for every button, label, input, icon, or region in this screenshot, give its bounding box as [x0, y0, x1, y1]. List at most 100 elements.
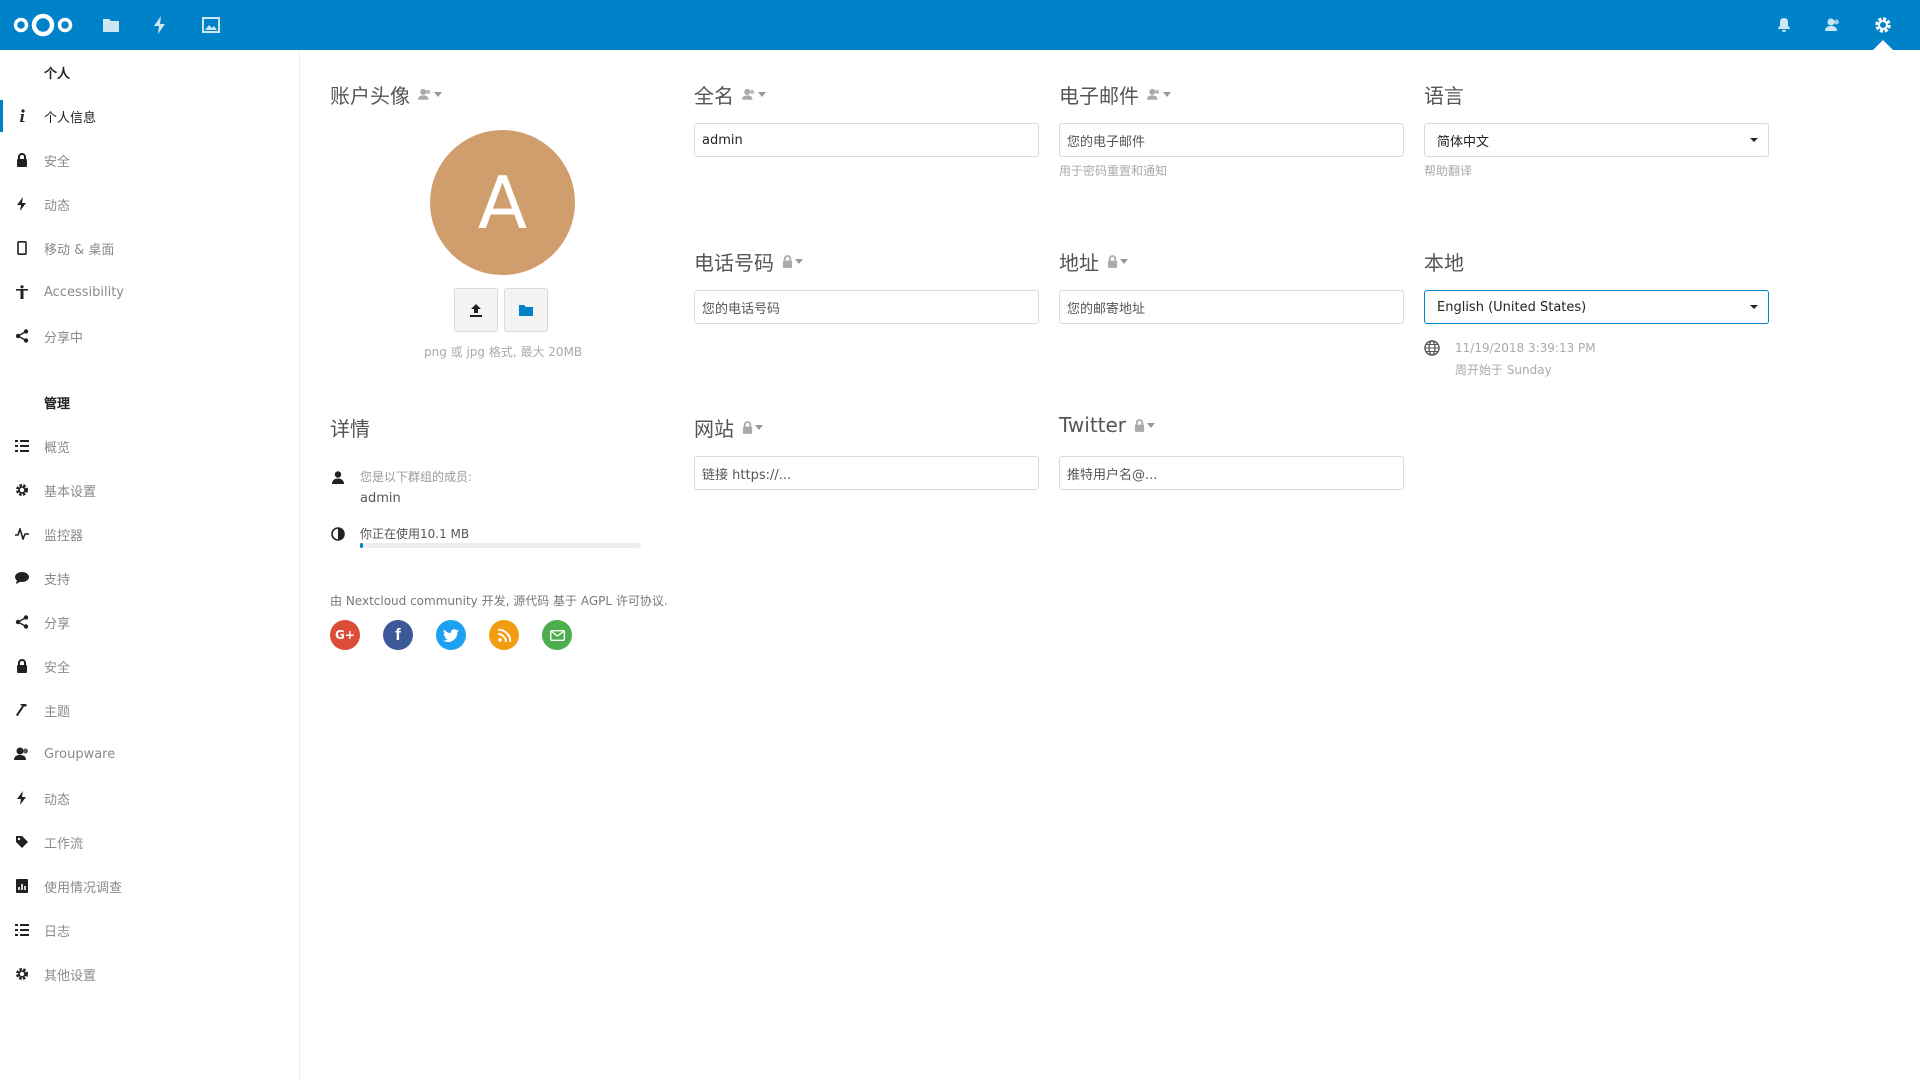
group-name: admin	[360, 491, 401, 506]
gallery-image-icon[interactable]	[198, 0, 224, 50]
sidebar-item-support[interactable]: 支持	[0, 556, 299, 600]
quota-row: 你正在使用10.1 MB	[330, 525, 469, 542]
locale-select[interactable]: English (United States)	[1424, 290, 1769, 324]
sidebar-item-activity[interactable]: 动态	[0, 182, 299, 226]
scope-private-dropdown[interactable]	[742, 421, 763, 434]
sidebar-item-sharing[interactable]: 分享中	[0, 314, 299, 358]
fullname-section-title: 全名	[694, 80, 766, 109]
sidebar-item-label: Accessibility	[44, 284, 124, 300]
address-section-title: 地址	[1059, 247, 1128, 276]
report-icon	[14, 878, 30, 894]
sidebar-item-accessibility[interactable]: Accessibility	[0, 270, 299, 314]
email-section-title: 电子邮件	[1059, 80, 1171, 109]
sidebar-item-label: 监控器	[44, 528, 84, 544]
notifications-bell-icon[interactable]	[1772, 0, 1796, 50]
twitter-input[interactable]: 推特用户名@...	[1059, 456, 1404, 490]
address-input[interactable]: 您的邮寄地址	[1059, 290, 1404, 324]
scope-private-dropdown[interactable]	[1134, 418, 1156, 432]
folder-icon	[519, 305, 533, 316]
sidebar-item-share-admin[interactable]: 分享	[0, 600, 299, 644]
scope-private-dropdown[interactable]	[782, 255, 803, 268]
locale-week-start: 周开始于 Sunday	[1455, 363, 1552, 377]
lightning-icon	[14, 790, 30, 806]
twitter-share-button[interactable]	[436, 620, 466, 650]
twitter-section-title: Twitter	[1059, 413, 1156, 437]
chevron-down-icon	[1750, 138, 1758, 142]
tag-icon	[14, 834, 30, 850]
upload-avatar-button[interactable]	[454, 288, 498, 332]
scope-contacts-dropdown[interactable]	[742, 88, 766, 101]
contacts-scope-icon	[742, 88, 755, 100]
quota-text: 你正在使用10.1 MB	[360, 527, 470, 541]
chevron-down-icon	[1120, 259, 1128, 264]
lightning-icon	[14, 196, 30, 212]
quota-progress-fill	[360, 543, 363, 548]
sidebar-item-security[interactable]: 安全	[0, 138, 299, 182]
sidebar-item-monitoring[interactable]: 监控器	[0, 512, 299, 556]
chevron-down-icon	[1750, 305, 1758, 309]
rss-feed-button[interactable]	[489, 620, 519, 650]
accessibility-icon	[14, 284, 30, 300]
sidebar-item-label: 支持	[44, 572, 71, 588]
sidebar-item-label: Groupware	[44, 746, 116, 762]
activity-lightning-icon[interactable]	[148, 0, 172, 50]
sidebar-item-usage-survey[interactable]: 使用情况调查	[0, 864, 299, 908]
user-icon	[330, 469, 346, 485]
sidebar-item-label: 分享	[44, 616, 71, 632]
hammer-icon	[14, 702, 30, 718]
phone-section-title: 电话号码	[694, 247, 803, 276]
sidebar-item-security-admin[interactable]: 安全	[0, 644, 299, 688]
contacts-menu-icon[interactable]	[1821, 0, 1845, 50]
sidebar-item-groupware[interactable]: Groupware	[0, 732, 299, 776]
avatar-image: A	[430, 130, 575, 275]
avatar-section-title: 账户头像	[330, 80, 442, 109]
sidebar-item-theming[interactable]: 主题	[0, 688, 299, 732]
sidebar-item-mobile-desktop[interactable]: 移动 & 桌面	[0, 226, 299, 270]
lock-icon	[14, 152, 30, 168]
sidebar-item-logging[interactable]: 日志	[0, 908, 299, 952]
globe-icon	[1424, 340, 1440, 360]
help-translate-link[interactable]: 帮助翻译	[1424, 162, 1472, 179]
sidebar-item-label: 动态	[44, 198, 71, 214]
mail-icon	[549, 629, 565, 641]
google-plus-icon: G+	[335, 628, 355, 642]
language-select[interactable]: 简体中文	[1424, 123, 1769, 157]
sidebar-item-basic-settings[interactable]: 基本设置	[0, 468, 299, 512]
contacts-scope-icon	[418, 88, 431, 100]
chevron-down-icon	[795, 259, 803, 264]
lock-scope-icon	[1134, 418, 1145, 432]
scope-private-dropdown[interactable]	[1107, 255, 1128, 268]
sidebar-item-label: 基本设置	[44, 484, 97, 500]
sidebar-item-activity-admin[interactable]: 动态	[0, 776, 299, 820]
sidebar-item-label: 个人信息	[44, 110, 97, 126]
sidebar-item-label: 主题	[44, 704, 71, 720]
choose-avatar-from-files-button[interactable]	[504, 288, 548, 332]
locale-datetime-preview: 11/19/2018 3:39:13 PM	[1455, 341, 1596, 355]
sidebar-item-label: 工作流	[44, 836, 84, 852]
email-share-button[interactable]	[542, 620, 572, 650]
fullname-input[interactable]: admin	[694, 123, 1039, 157]
sidebar-item-label: 动态	[44, 792, 71, 808]
phone-icon	[14, 240, 30, 256]
website-input[interactable]: 链接 https://...	[694, 456, 1039, 490]
sidebar-item-additional-settings[interactable]: 其他设置	[0, 952, 299, 996]
facebook-share-button[interactable]: f	[383, 620, 413, 650]
scope-contacts-dropdown[interactable]	[418, 88, 442, 101]
chat-bubble-icon	[14, 570, 30, 586]
contacts-icon	[14, 746, 30, 762]
sidebar-item-personal-info[interactable]: 个人信息	[0, 94, 299, 138]
groups-label: 您是以下群组的成员:	[360, 470, 473, 484]
admin-section-heading: 管理	[44, 397, 71, 412]
sidebar-item-label: 安全	[44, 154, 71, 170]
lock-icon	[14, 658, 30, 674]
google-plus-share-button[interactable]: G+	[330, 620, 360, 650]
phone-input[interactable]: 您的电话号码	[694, 290, 1039, 324]
sidebar-item-workflow[interactable]: 工作流	[0, 820, 299, 864]
chevron-down-icon	[1163, 92, 1171, 97]
sidebar-item-overview[interactable]: 概览	[0, 424, 299, 468]
files-folder-icon[interactable]	[98, 0, 124, 50]
details-section-title: 详情	[330, 417, 370, 441]
email-input[interactable]: 您的电子邮件	[1059, 123, 1404, 157]
nextcloud-logo-icon[interactable]	[10, 0, 76, 50]
scope-contacts-dropdown[interactable]	[1147, 88, 1171, 101]
